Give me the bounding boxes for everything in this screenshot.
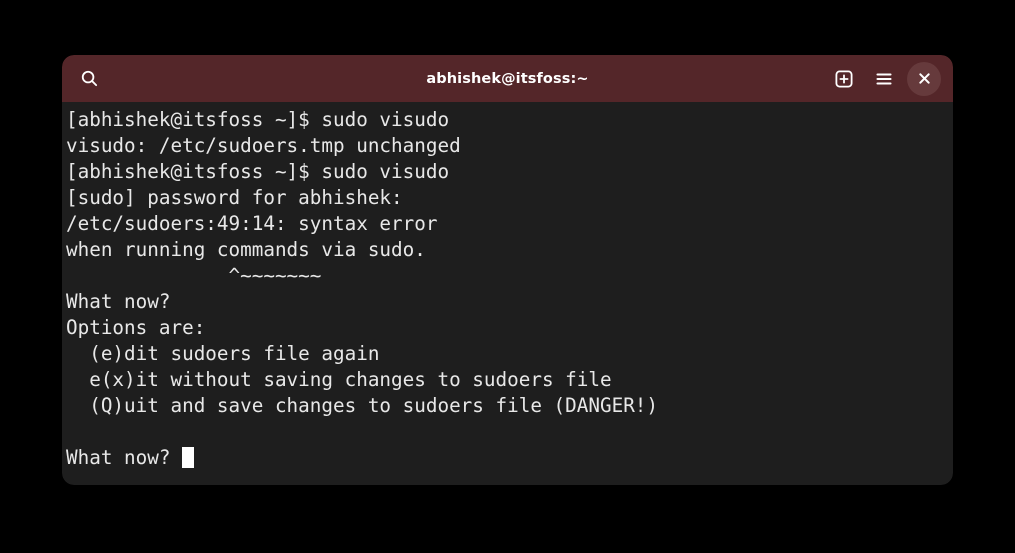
terminal-output: [abhishek@itsfoss ~]$ sudo visudo visudo:… (66, 107, 953, 471)
terminal-line: [abhishek@itsfoss ~]$ sudo visudo (66, 108, 450, 131)
window-title-bar[interactable]: abhishek@itsfoss:~ (62, 55, 953, 102)
titlebar-actions (827, 61, 941, 96)
terminal-line: e(x)it without saving changes to sudoers… (66, 368, 612, 391)
terminal-prompt-line: What now? (66, 445, 953, 471)
terminal-line: Options are: (66, 316, 206, 339)
prompt-text: What now? (66, 446, 183, 469)
new-tab-icon[interactable] (827, 62, 861, 96)
terminal-line: What now? (66, 290, 171, 313)
terminal-line: when running commands via sudo. (66, 238, 426, 261)
window-title: abhishek@itsfoss:~ (426, 70, 589, 87)
search-icon[interactable] (72, 62, 106, 96)
terminal-window: abhishek@itsfoss:~ [abhishek@itsfoss ~]$… (62, 55, 953, 485)
terminal-line: ^~~~~~~~ (66, 264, 322, 287)
terminal-line: [abhishek@itsfoss ~]$ sudo visudo (66, 160, 450, 183)
terminal-line: visudo: /etc/sudoers.tmp unchanged (66, 134, 461, 157)
hamburger-menu-icon[interactable] (867, 62, 901, 96)
terminal-line: /etc/sudoers:49:14: syntax error (66, 212, 438, 235)
close-icon[interactable] (907, 61, 941, 96)
terminal-line: (e)dit sudoers file again (66, 342, 380, 365)
terminal-cursor (182, 447, 194, 468)
terminal-body[interactable]: [abhishek@itsfoss ~]$ sudo visudo visudo:… (62, 102, 953, 485)
terminal-line: [sudo] password for abhishek: (66, 186, 403, 209)
terminal-line: (Q)uit and save changes to sudoers file … (66, 394, 659, 417)
